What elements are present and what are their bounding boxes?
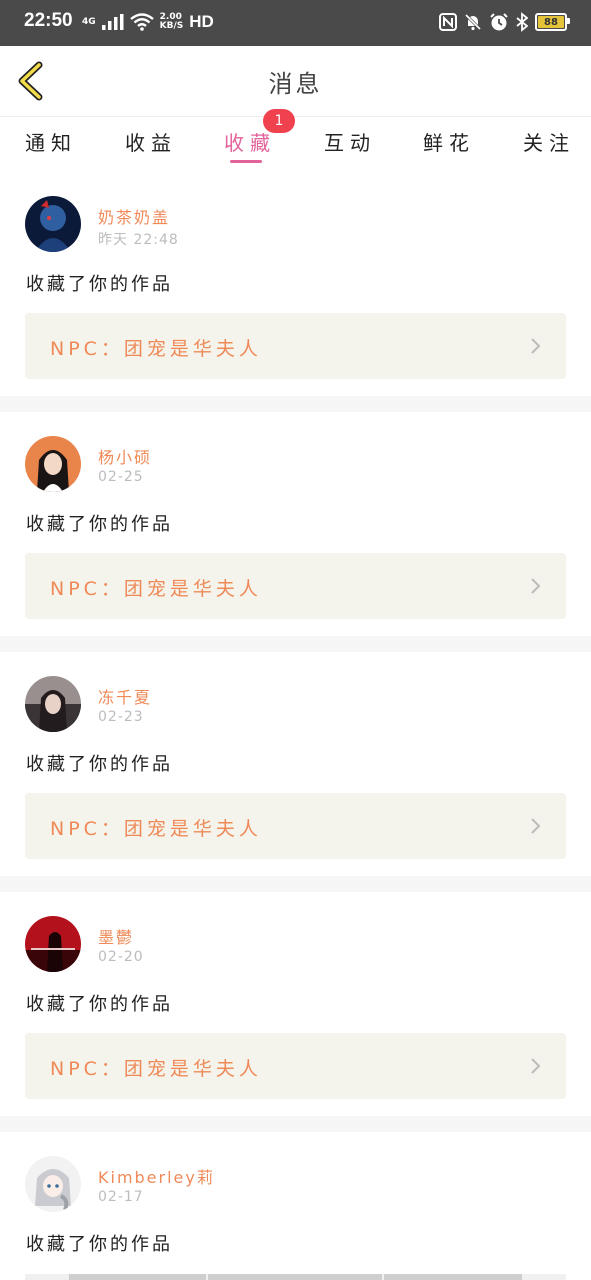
- separator: [0, 1116, 591, 1132]
- active-tab-indicator: [230, 160, 262, 163]
- battery-icon: 88: [535, 13, 570, 31]
- bluetooth-icon: [516, 12, 528, 32]
- alarm-icon: [490, 13, 508, 31]
- avatar[interactable]: [25, 436, 81, 492]
- action-text: 收藏了你的作品: [26, 1234, 173, 1255]
- chevron-right-icon: [531, 578, 541, 594]
- user-name[interactable]: 冻千夏: [98, 684, 152, 708]
- message-date: 02-25: [98, 469, 144, 485]
- action-text: 收藏了你的作品: [26, 754, 173, 775]
- work-title: NPC：团宠是华夫人: [50, 578, 262, 600]
- nfc-icon: [439, 13, 457, 31]
- separator: [0, 636, 591, 652]
- chevron-right-icon: [531, 818, 541, 834]
- action-text: 收藏了你的作品: [26, 994, 173, 1015]
- message-card: 奶茶奶盖 昨天 22:48 收藏了你的作品 NPC：团宠是华夫人: [0, 176, 591, 401]
- user-name[interactable]: Kimberley莉: [98, 1164, 215, 1188]
- work-link[interactable]: NPC：团宠是华夫人: [25, 313, 566, 379]
- wifi-icon: [129, 13, 154, 31]
- work-title: NPC：团宠是华夫人: [50, 818, 262, 840]
- network-speed: 2.00 KB/S: [160, 13, 184, 31]
- work-link[interactable]: NPC：团宠是华夫人: [25, 793, 566, 859]
- status-right-icons: 88: [439, 12, 570, 32]
- tab-badge: 1: [263, 109, 295, 133]
- avatar[interactable]: [25, 196, 81, 252]
- status-bar: 22:50 4G 2.00 KB/S HD 88: [0, 0, 591, 46]
- network-type: 4G: [82, 16, 96, 27]
- next-work-link-edge: [25, 1274, 566, 1280]
- chevron-right-icon: [531, 1058, 541, 1074]
- work-link[interactable]: NPC：团宠是华夫人: [25, 1033, 566, 1099]
- work-link[interactable]: NPC：团宠是华夫人: [25, 553, 566, 619]
- speed-unit: KB/S: [159, 21, 184, 31]
- action-text: 收藏了你的作品: [26, 514, 173, 535]
- user-name[interactable]: 墨鬱: [98, 924, 134, 948]
- mute-bell-icon: [464, 13, 482, 31]
- tab-notifications[interactable]: 通知: [25, 127, 77, 156]
- separator: [0, 396, 591, 412]
- message-date: 02-20: [98, 949, 144, 965]
- battery-level: 88: [544, 16, 558, 28]
- avatar[interactable]: [25, 916, 81, 972]
- hd-label: HD: [189, 12, 214, 31]
- message-date: 02-17: [98, 1189, 144, 1205]
- message-card: 墨鬱 02-20 收藏了你的作品 NPC：团宠是华夫人: [0, 896, 591, 1121]
- user-name[interactable]: 杨小硕: [98, 444, 152, 468]
- nav-bar: 消息: [0, 46, 591, 117]
- tab-bar: 通知 收益 收藏 互动 鲜花 关注: [0, 117, 591, 172]
- work-title: NPC：团宠是华夫人: [50, 338, 262, 360]
- message-card: 冻千夏 02-23 收藏了你的作品 NPC：团宠是华夫人: [0, 656, 591, 881]
- avatar[interactable]: [25, 676, 81, 732]
- user-name[interactable]: 奶茶奶盖: [98, 204, 170, 228]
- message-card: Kimberley莉 02-17 收藏了你的作品: [0, 1136, 591, 1280]
- status-left-icons: 4G 2.00 KB/S HD: [82, 12, 214, 32]
- separator: [0, 876, 591, 892]
- avatar[interactable]: [25, 1156, 81, 1212]
- message-card: 杨小硕 02-25 收藏了你的作品 NPC：团宠是华夫人: [0, 416, 591, 641]
- page-title: 消息: [268, 70, 323, 98]
- message-date: 昨天 22:48: [98, 232, 179, 248]
- tab-earnings[interactable]: 收益: [125, 127, 177, 156]
- tab-interactions[interactable]: 互动: [324, 127, 376, 156]
- tab-following[interactable]: 关注: [523, 127, 575, 156]
- chevron-right-icon: [531, 338, 541, 354]
- message-date: 02-23: [98, 709, 144, 725]
- tab-flowers[interactable]: 鲜花: [423, 127, 475, 156]
- work-title: NPC：团宠是华夫人: [50, 1058, 262, 1080]
- action-text: 收藏了你的作品: [26, 274, 173, 295]
- signal-icon: [101, 14, 124, 30]
- status-time: 22:50: [24, 10, 73, 31]
